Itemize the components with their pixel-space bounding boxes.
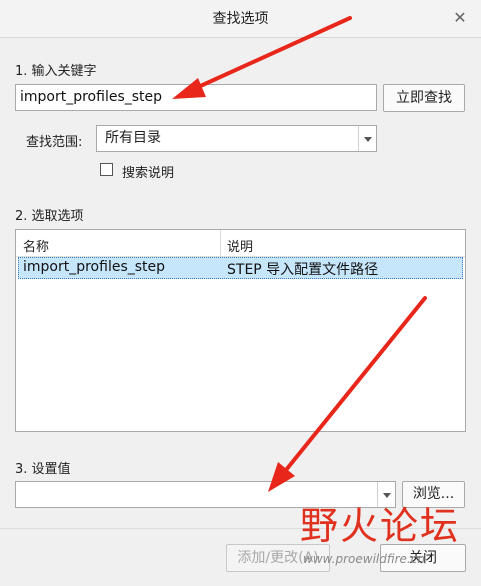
arrow-to-value [268,296,427,492]
arrow-to-keyword [172,16,352,99]
annotation-arrows [172,16,427,492]
